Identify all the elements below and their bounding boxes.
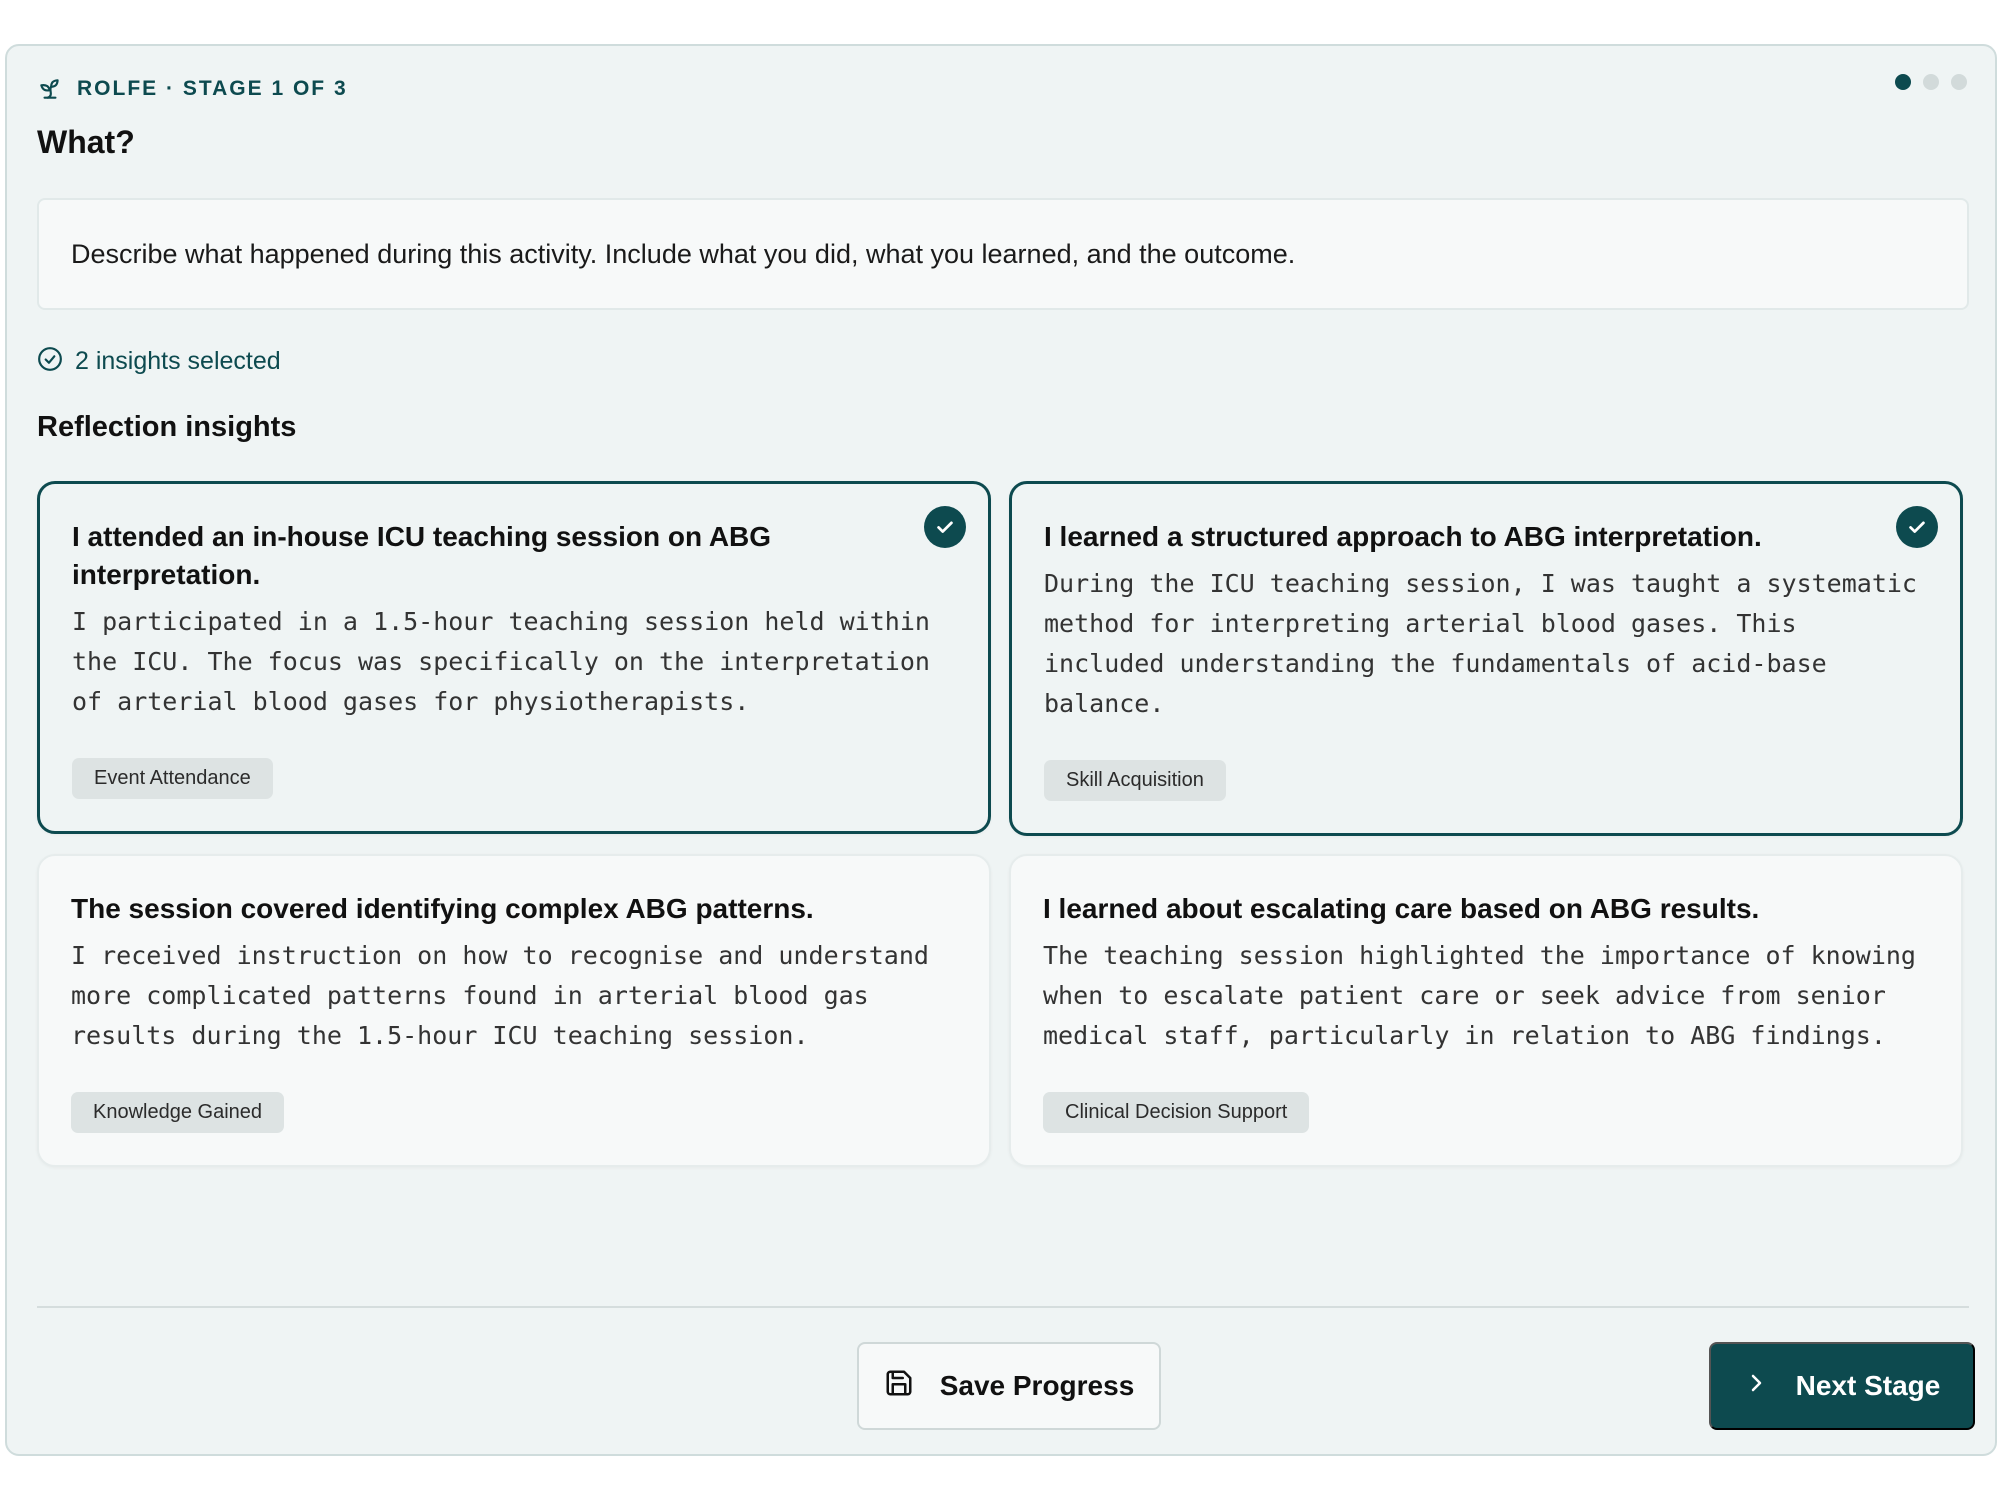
insight-title: The session covered identifying complex …	[71, 893, 814, 924]
insight-body: I received instruction on how to recogni…	[71, 941, 929, 1050]
next-stage-label: Next Stage	[1795, 1370, 1941, 1401]
insight-card[interactable]: The session covered identifying complex …	[37, 854, 991, 1167]
stage-dot-3	[1951, 74, 1967, 90]
insight-tag: Clinical Decision Support	[1043, 1092, 1310, 1133]
insight-title: I learned a structured approach to ABG i…	[1044, 521, 1762, 552]
insight-card[interactable]: I attended an in-house ICU teaching sess…	[37, 481, 991, 834]
stage-progress-dots	[1895, 74, 1967, 90]
stage-dot-1	[1895, 74, 1911, 90]
insight-tag: Knowledge Gained	[71, 1092, 285, 1133]
insight-tag: Event Attendance	[72, 758, 273, 799]
insight-title: I attended an in-house ICU teaching sess…	[72, 521, 772, 590]
insight-body: During the ICU teaching session, I was t…	[1044, 569, 1917, 718]
stage-dot-2	[1923, 74, 1939, 90]
footer-divider	[37, 1306, 1969, 1308]
insight-body: I participated in a 1.5-hour teaching se…	[72, 607, 930, 716]
check-icon	[924, 506, 966, 548]
insight-grid: I attended an in-house ICU teaching sess…	[37, 481, 1963, 1167]
reflection-panel: ROLFE · STAGE 1 OF 3 What? Describe what…	[5, 44, 1997, 1456]
check-icon	[1896, 506, 1938, 548]
stage-kicker-text: ROLFE · STAGE 1 OF 3	[77, 77, 348, 100]
save-icon	[884, 1368, 914, 1405]
save-progress-button[interactable]: Save Progress	[857, 1342, 1161, 1430]
insight-title: I learned about escalating care based on…	[1043, 893, 1760, 924]
page-title: What?	[37, 124, 135, 160]
insight-card[interactable]: I learned a structured approach to ABG i…	[1009, 481, 1963, 836]
insight-tag: Skill Acquisition	[1044, 760, 1226, 801]
check-circle-icon	[37, 346, 63, 377]
stage-kicker: ROLFE · STAGE 1 OF 3	[37, 76, 348, 102]
stage-prompt: Describe what happened during this activ…	[37, 198, 1969, 310]
chevron-right-icon	[1744, 1370, 1768, 1402]
selection-summary-text: 2 insights selected	[75, 347, 281, 375]
selection-summary: 2 insights selected	[37, 346, 281, 377]
save-progress-label: Save Progress	[939, 1370, 1135, 1401]
next-stage-button[interactable]: Next Stage	[1709, 1342, 1975, 1430]
sprout-icon	[37, 76, 63, 102]
insight-body: The teaching session highlighted the imp…	[1043, 941, 1916, 1050]
insight-card[interactable]: I learned about escalating care based on…	[1009, 854, 1963, 1167]
section-title: Reflection insights	[37, 411, 297, 443]
